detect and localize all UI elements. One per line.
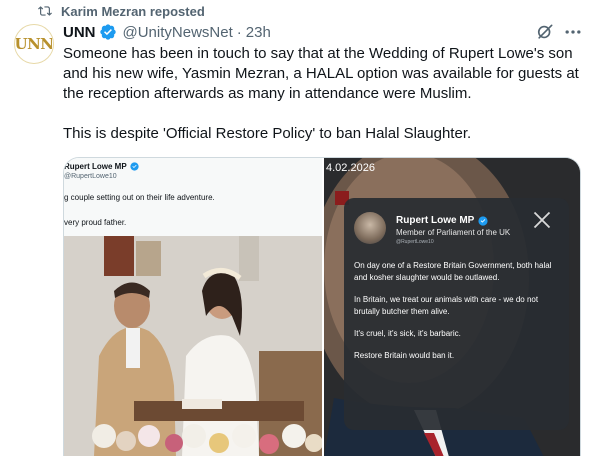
wedding-photo-illustration (64, 236, 322, 456)
embedded-author: Rupert Lowe MP (64, 162, 139, 171)
card-body: On day one of a Restore Britain Governme… (354, 260, 562, 372)
embedded-author-handle: @RupertLowe10 (64, 173, 117, 180)
media-grid: Rupert Lowe MP @RupertLowe10 g couple se… (63, 157, 581, 456)
card-avatar (354, 212, 386, 244)
card-paragraph: It's cruel, it's sick, it's barbaric. (354, 329, 461, 338)
card-author-role: Member of Parliament of the UK (396, 228, 511, 237)
card-author-name: Rupert Lowe MP (396, 215, 475, 226)
verified-icon (99, 24, 116, 40)
header-separator: · (236, 23, 242, 41)
repost-indicator[interactable]: Karim Mezran reposted (38, 2, 205, 20)
embedded-text-line: g couple setting out on their life adven… (64, 193, 215, 202)
embedded-text-line: very proud father. (64, 218, 127, 227)
tweet-paragraph-2: This is despite 'Official Restore Policy… (63, 125, 472, 142)
author-handle[interactable]: @UnityNewsNet (123, 24, 233, 41)
author-name[interactable]: UNN (63, 24, 96, 41)
media-image-right[interactable]: 4.02.2026 Rupert Lowe MP Member of Parli… (324, 158, 580, 456)
card-author-handle: @RupertLowe10 (396, 239, 434, 245)
more-icon[interactable] (563, 22, 583, 42)
card-paragraph: Restore Britain would ban it. (354, 351, 455, 360)
x-logo-icon (533, 211, 551, 229)
card-author: Rupert Lowe MP (396, 215, 488, 226)
embedded-author-name: Rupert Lowe MP (64, 162, 127, 171)
card-paragraph: On day one of a Restore Britain Governme… (354, 261, 552, 282)
avatar[interactable]: UNN (14, 24, 54, 64)
grok-icon[interactable] (535, 22, 555, 42)
tweet-timestamp[interactable]: 23h (246, 24, 271, 41)
verified-icon (478, 215, 488, 226)
card-paragraph: In Britain, we treat our animals with ca… (354, 295, 539, 316)
date-label: 4.02.2026 (326, 162, 375, 174)
verified-icon (130, 162, 139, 171)
repost-label: Karim Mezran reposted (61, 3, 205, 19)
media-image-left[interactable]: Rupert Lowe MP @RupertLowe10 g couple se… (64, 158, 322, 456)
wedding-photo (64, 236, 322, 456)
tweet-header: UNN @UnityNewsNet · 23h (63, 22, 271, 42)
tweet-paragraph-1: Someone has been in touch to say that at… (63, 45, 579, 102)
avatar-logo-text: UNN (14, 35, 54, 53)
repost-icon (38, 6, 52, 16)
quote-card: Rupert Lowe MP Member of Parliament of t… (344, 198, 569, 430)
tweet-text: Someone has been in touch to say that at… (63, 44, 583, 144)
